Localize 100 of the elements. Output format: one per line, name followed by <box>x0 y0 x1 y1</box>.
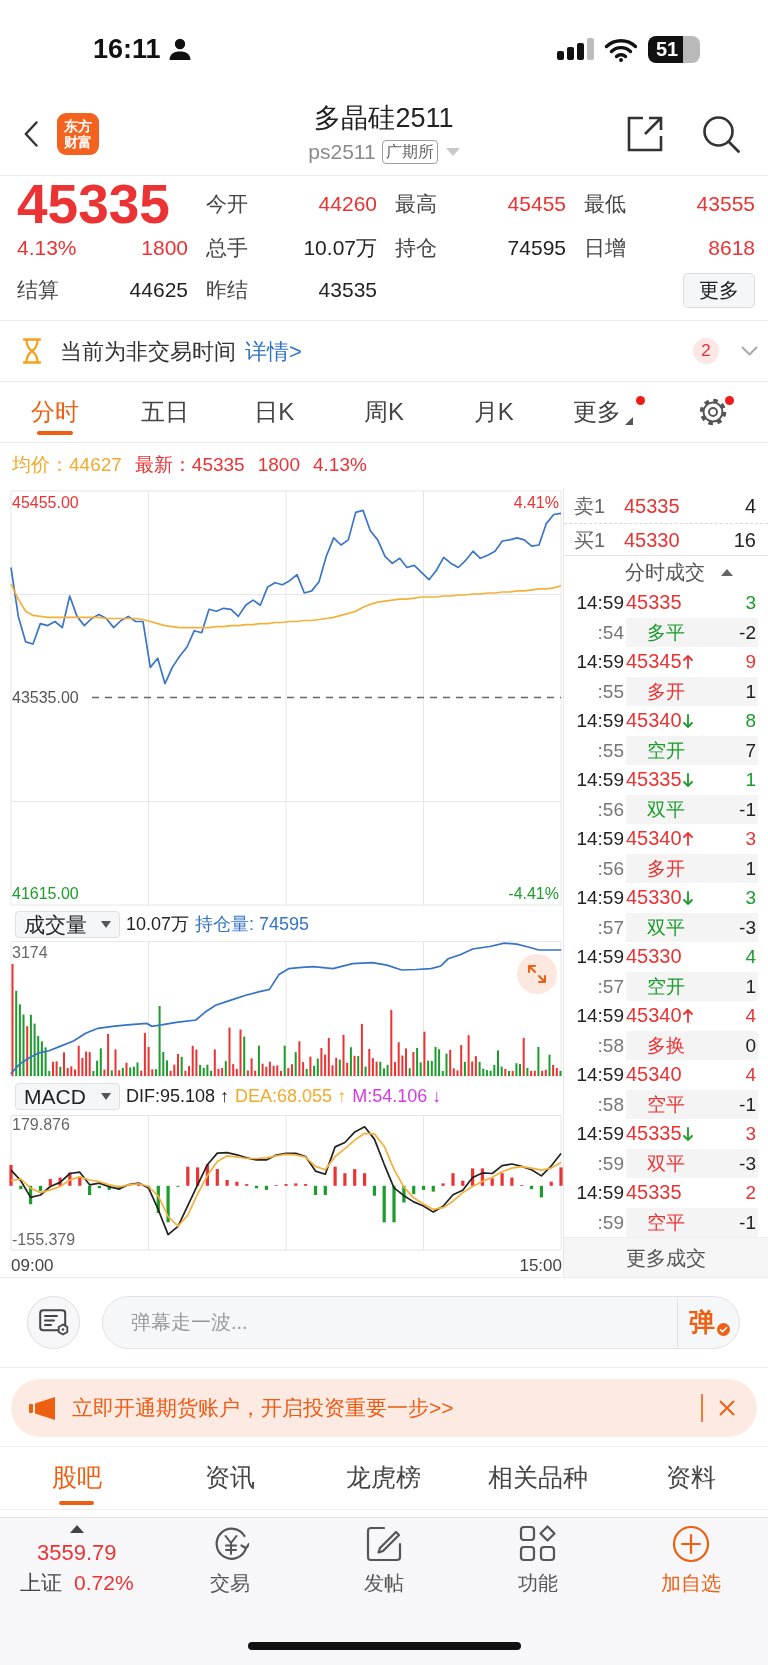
page-title: 多晶硅2511 <box>313 102 455 135</box>
field-label: 持仓 <box>395 235 437 262</box>
trade-action: 双平 <box>647 797 685 822</box>
trade-seconds: :55 <box>596 679 624 704</box>
percent-label: -4.41% <box>508 885 559 903</box>
open-interest-change: 1 <box>745 974 757 999</box>
trade-action: 双平 <box>647 915 685 940</box>
change-percent: 4.13% <box>17 235 77 262</box>
trade-volume: 4 <box>745 945 757 969</box>
open-interest-change: -3 <box>739 915 757 940</box>
change-value: 1800 <box>141 235 188 262</box>
app-logo: 东方 财富 <box>57 112 99 155</box>
open-interest-change: -3 <box>739 1151 757 1176</box>
notification-count: 2 <box>693 338 719 364</box>
trade-time: 14:59 <box>575 827 624 851</box>
trade-price: 45335 <box>626 1180 682 1205</box>
trade-time: 14:59 <box>575 1122 624 1146</box>
trade-price: 45340 <box>626 826 682 851</box>
field-label: 最低 <box>584 191 626 218</box>
trade-seconds: :56 <box>596 856 624 881</box>
trade-volume: 4 <box>745 1063 757 1087</box>
field-value: 44260 <box>318 191 377 218</box>
time-label: 09:00 <box>11 1254 54 1277</box>
trade-action: 空平 <box>647 1092 685 1117</box>
trade-price: 45340 <box>626 1062 682 1087</box>
field-value: 43555 <box>696 191 755 218</box>
open-interest-change: -2 <box>739 620 757 645</box>
order-book-price: 45330 <box>624 527 680 553</box>
trade-action: 空开 <box>647 974 685 999</box>
order-book-label: 买1 <box>574 527 607 553</box>
trade-price: 45330 <box>626 885 682 910</box>
trade-action: 双平 <box>647 1151 685 1176</box>
open-interest-change: -1 <box>739 1092 757 1117</box>
last-price: 45335 <box>17 181 170 227</box>
field-value: 10.07万 <box>303 235 377 262</box>
trade-volume: 3 <box>745 886 757 910</box>
trade-volume: 3 <box>745 591 757 615</box>
field-value: 44625 <box>129 277 188 304</box>
indicator-value: DIF:95.108 ↑ <box>126 1085 230 1108</box>
battery-indicator: 51 <box>648 35 700 63</box>
open-interest-change: 1 <box>745 856 757 881</box>
trade-seconds: :59 <box>596 1210 624 1235</box>
legend-value: 4.13% <box>312 453 367 478</box>
indicator-value: DEA:68.055 ↑ <box>235 1085 347 1108</box>
trade-price: 45335 <box>626 590 682 615</box>
trade-price: 45335 <box>626 1121 682 1146</box>
trade-seconds: :55 <box>596 738 624 763</box>
axis-label: 3174 <box>12 944 48 961</box>
open-interest-change: 1 <box>745 679 757 704</box>
exchange-tag: 广期所 <box>381 140 438 164</box>
open-interest-change: -1 <box>739 1210 757 1235</box>
trade-time: 14:59 <box>575 650 624 674</box>
trade-action: 多平 <box>647 620 685 645</box>
field-label: 昨结 <box>206 277 248 304</box>
trade-action: 多换 <box>647 1033 685 1058</box>
volume-total: 10.07万 <box>126 912 190 936</box>
percent-label: 4.41% <box>513 493 559 511</box>
trade-price: 45340 <box>626 1003 682 1028</box>
field-label: 最高 <box>395 191 437 218</box>
order-book-label: 卖1 <box>574 493 607 519</box>
trade-volume: 8 <box>745 709 757 733</box>
trade-time: 14:59 <box>575 709 624 733</box>
legend-value: 均价：44627 <box>12 453 122 478</box>
legend-value: 最新：45335 <box>134 453 245 478</box>
trade-volume: 9 <box>745 650 757 674</box>
contract-code: ps2511 <box>308 139 376 166</box>
trade-seconds: :54 <box>596 620 624 645</box>
trades-title: 分时成交 <box>625 560 705 585</box>
field-label: 总手 <box>206 235 248 262</box>
order-book-quantity: 16 <box>733 527 756 553</box>
field-label: 今开 <box>206 191 248 218</box>
trade-seconds: :57 <box>596 915 624 940</box>
field-value: 43535 <box>318 277 377 304</box>
trade-seconds: :59 <box>596 1151 624 1176</box>
field-label: 结算 <box>17 277 59 304</box>
trade-price: 45335 <box>626 767 682 792</box>
trade-action: 多开 <box>647 856 685 881</box>
time-label: 15:00 <box>519 1254 562 1277</box>
trade-volume: 2 <box>745 1181 757 1205</box>
open-interest-change: 0 <box>745 1033 757 1058</box>
trade-action: 空开 <box>647 738 685 763</box>
trade-price: 45330 <box>626 944 682 969</box>
trade-time: 14:59 <box>575 886 624 910</box>
axis-label: 45455.00 <box>12 493 79 511</box>
trade-volume: 3 <box>745 827 757 851</box>
open-interest-change: -1 <box>739 797 757 822</box>
axis-label: 43535.00 <box>12 689 79 707</box>
trade-volume: 3 <box>745 1122 757 1146</box>
trade-price: 45340 <box>626 708 682 733</box>
trade-time: 14:59 <box>575 768 624 792</box>
axis-label: 41615.00 <box>12 885 79 903</box>
trade-seconds: :58 <box>596 1092 624 1117</box>
trade-action: 空平 <box>647 1210 685 1235</box>
open-interest-change: 7 <box>745 738 757 763</box>
index-value: 3559.79 <box>37 1540 117 1566</box>
trade-time: 14:59 <box>575 1181 624 1205</box>
field-value: 74595 <box>507 235 566 262</box>
indicator-value: M:54.106 ↓ <box>352 1085 442 1108</box>
trade-time: 14:59 <box>575 1004 624 1028</box>
notice-text: 当前为非交易时间 <box>60 337 236 366</box>
